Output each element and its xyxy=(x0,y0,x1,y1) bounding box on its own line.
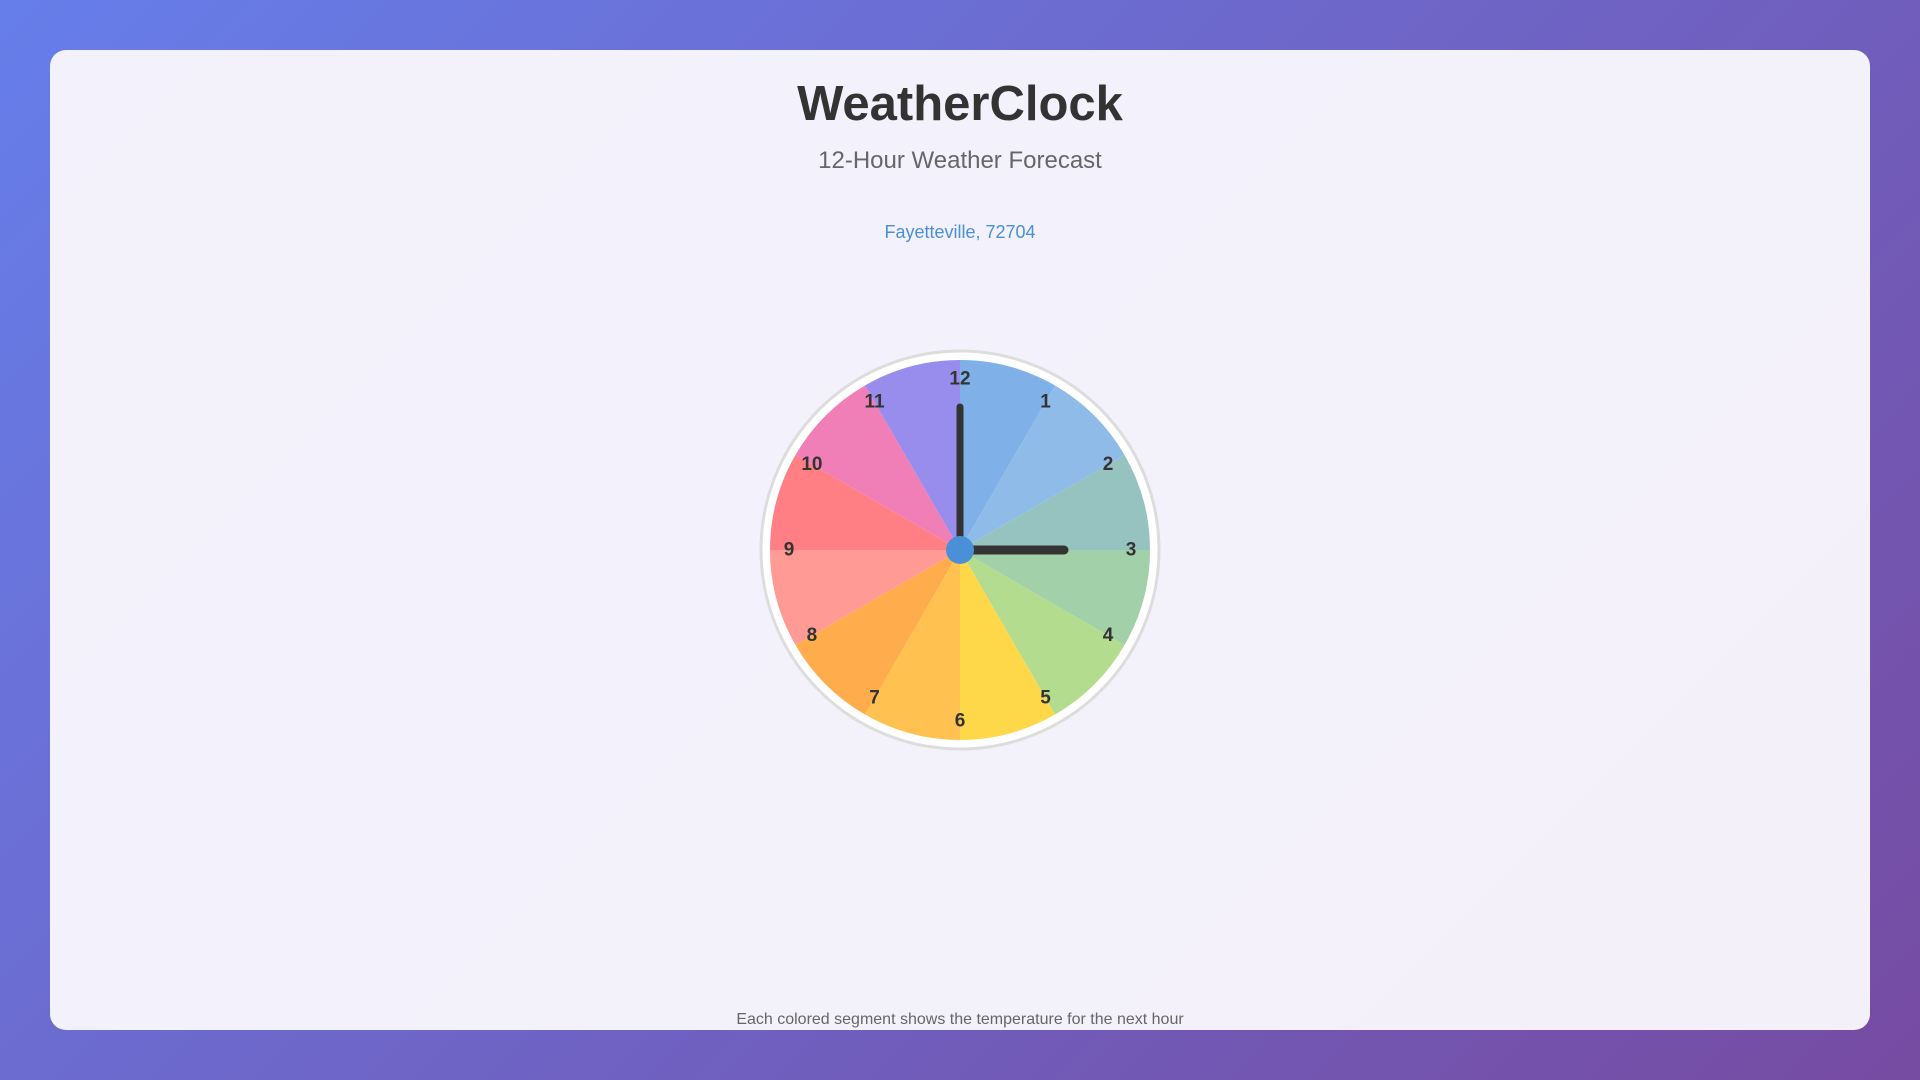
page-title: WeatherClock xyxy=(797,77,1123,131)
clock-hour-label: 3 xyxy=(1126,540,1137,561)
clock-hour-label: 11 xyxy=(864,391,885,412)
page-subtitle: 12-Hour Weather Forecast xyxy=(818,147,1102,174)
location-link[interactable]: Fayetteville, 72704 xyxy=(884,220,1035,244)
clock-hour-label: 4 xyxy=(1103,625,1114,646)
clock-face: 121234567891011 xyxy=(759,349,1161,751)
clock-hour-label: 6 xyxy=(955,711,966,732)
footer-note: Each colored segment shows the temperatu… xyxy=(736,1011,1184,1028)
clock-hour-label: 8 xyxy=(807,625,818,646)
clock-center-dot xyxy=(946,536,974,564)
clock-hour-label: 1 xyxy=(1040,391,1051,412)
weather-clock: 12 1 2 3 4 5 6 7 8 9 10 11 xyxy=(759,349,1161,751)
clock-hour-label: 7 xyxy=(869,688,880,709)
main-card: WeatherClock 12-Hour Weather Forecast Fa… xyxy=(50,50,1870,1030)
clock-hour-label: 2 xyxy=(1103,454,1114,475)
clock-hour-label: 9 xyxy=(784,540,795,561)
clock-hour-label: 10 xyxy=(801,454,822,475)
clock-hour-label: 12 xyxy=(949,369,970,390)
clock-hour-label: 5 xyxy=(1040,688,1051,709)
